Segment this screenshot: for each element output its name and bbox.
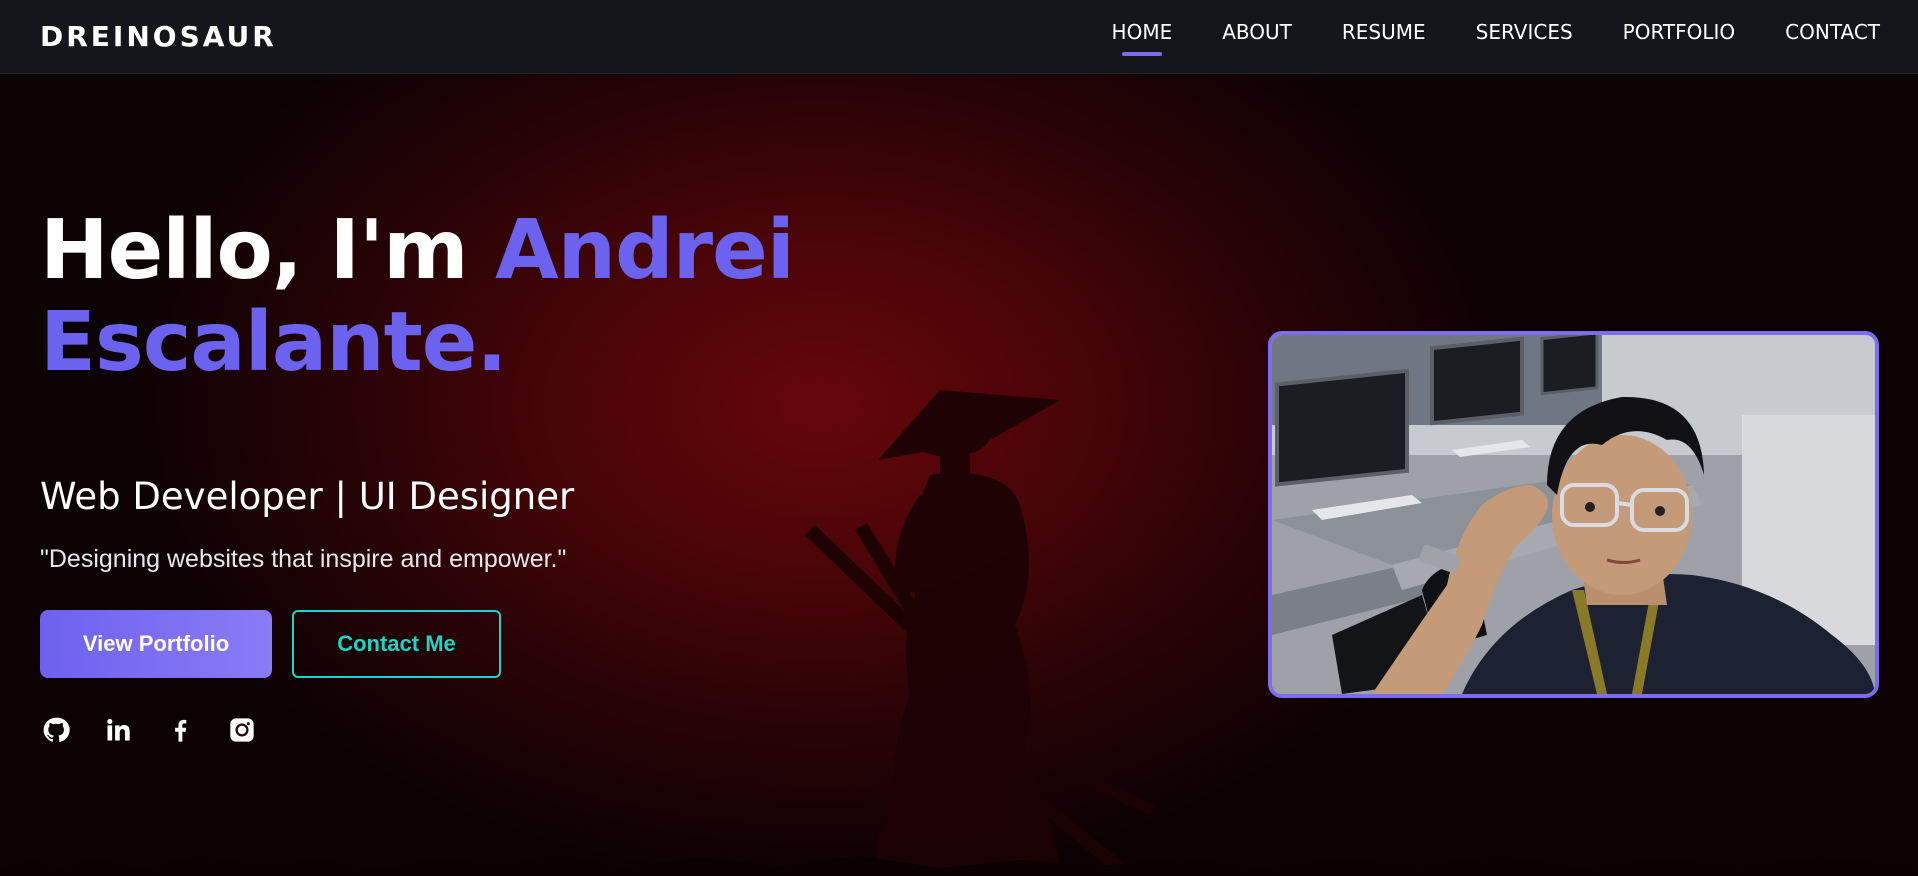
nav-item-resume[interactable]: RESUME (1342, 20, 1426, 50)
nav-links: HOME ABOUT RESUME SERVICES PORTFOLIO CON… (1112, 20, 1880, 56)
hero-subtitle: Web Developer | UI Designer (40, 475, 575, 518)
hero-name-first: Andrei (495, 203, 795, 298)
brand-logo[interactable]: DREINOSAUR (40, 20, 277, 53)
nav-item-contact[interactable]: CONTACT (1785, 20, 1880, 50)
nav-item-about[interactable]: ABOUT (1222, 20, 1292, 50)
contact-me-button[interactable]: Contact Me (292, 610, 501, 678)
instagram-icon[interactable] (227, 715, 257, 745)
social-links (41, 715, 257, 745)
facebook-icon[interactable] (165, 715, 195, 745)
hero-section: Hello, I'm Andrei Escalante. Web Develop… (0, 75, 1918, 876)
hero-name-last: Escalante. (40, 295, 508, 390)
view-portfolio-button[interactable]: View Portfolio (40, 610, 272, 678)
nav-item-portfolio[interactable]: PORTFOLIO (1623, 20, 1736, 50)
nav-item-home[interactable]: HOME (1112, 20, 1172, 56)
github-icon[interactable] (41, 715, 71, 745)
hero-greeting: Hello, I'm (40, 203, 496, 298)
hero-title: Hello, I'm Andrei Escalante. (40, 205, 940, 389)
navbar: DREINOSAUR HOME ABOUT RESUME SERVICES PO… (0, 0, 1918, 74)
nav-item-services[interactable]: SERVICES (1476, 20, 1573, 50)
hero-quote: "Designing websites that inspire and emp… (40, 545, 567, 573)
samurai-silhouette (805, 390, 1155, 876)
grass-silhouette (0, 854, 1918, 876)
linkedin-icon[interactable] (103, 715, 133, 745)
profile-photo (1268, 331, 1879, 698)
